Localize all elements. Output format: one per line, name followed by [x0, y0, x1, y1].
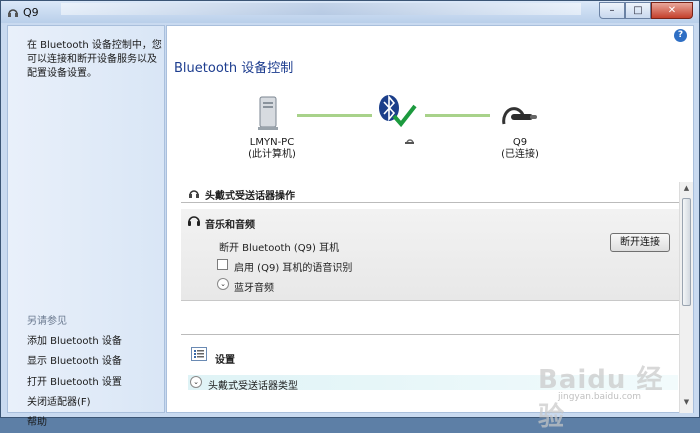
expand-chevron-icon[interactable]: ⌄	[217, 278, 229, 290]
connection-diagram: LMYN-PC (此计算机) Q9 (已连接)	[167, 94, 695, 194]
computer-name: LMYN-PC	[249, 137, 295, 148]
title-bar: Q9 – □ ✕	[1, 1, 699, 23]
sidebar-link-help[interactable]: 帮助	[27, 413, 47, 428]
disconnect-button[interactable]: 断开连接	[610, 233, 670, 252]
headset-type-label: 头戴式受送话器类型	[208, 381, 298, 392]
sidebar: 在 Bluetooth 设备控制中，您可以连接和断开设备服务以及配置设备设置。 …	[7, 25, 165, 428]
page-title: Bluetooth 设备控制	[174, 61, 294, 76]
settings-list-icon	[191, 347, 207, 361]
sidebar-description: 在 Bluetooth 设备控制中，您可以连接和断开设备服务以及配置设备设置。	[27, 40, 162, 79]
connection-line-left	[297, 114, 372, 117]
device-label: Q9 (已连接)	[492, 137, 548, 161]
scroll-thumb[interactable]	[682, 198, 691, 306]
device-name: Q9	[512, 137, 528, 148]
computer-label: LMYN-PC (此计算机)	[237, 137, 307, 161]
settings-title: 设置	[215, 355, 235, 366]
list-icon	[194, 350, 204, 358]
expand-chevron-icon[interactable]: ⌄	[190, 376, 202, 388]
headset-icon	[189, 190, 199, 198]
scroll-up-arrow[interactable]: ▲	[681, 184, 692, 196]
small-headset-icon	[405, 139, 414, 144]
computer-icon	[258, 96, 278, 130]
connection-line-right	[425, 114, 490, 117]
headset-operations-section: 头戴式受送话器操作	[181, 183, 681, 203]
see-also-heading: 另请参见	[27, 316, 67, 327]
baidu-watermark: Baidu 经验 jingyan.baidu.com	[538, 341, 688, 432]
bluetooth-audio-label[interactable]: 蓝牙音频	[234, 279, 274, 294]
music-heading: 音乐和音频	[205, 220, 255, 231]
headset-device-icon	[502, 107, 537, 125]
voice-recognition-label: 启用 (Q9) 耳机的语音识别	[234, 263, 353, 274]
sidebar-link-show-devices[interactable]: 显示 Bluetooth 设备	[27, 352, 122, 367]
window-title: Q9	[23, 6, 39, 19]
maximize-button[interactable]: □	[625, 2, 651, 19]
disconnect-text: 断开 Bluetooth (Q9) 耳机	[219, 243, 340, 254]
sidebar-link-open-settings[interactable]: 打开 Bluetooth 设置	[27, 373, 122, 388]
device-sub: (已连接)	[501, 149, 539, 160]
caption-buttons: – □ ✕	[599, 2, 693, 19]
headset-icon	[8, 9, 18, 17]
minimize-button[interactable]: –	[599, 2, 625, 19]
computer-sub: (此计算机)	[248, 149, 296, 160]
sidebar-link-add-device[interactable]: 添加 Bluetooth 设备	[27, 332, 122, 347]
help-icon[interactable]: ?	[674, 29, 687, 42]
voice-recognition-checkbox[interactable]	[217, 259, 228, 270]
sidebar-link-turn-off-adapter[interactable]: 关闭适配器(F)	[27, 393, 91, 408]
section-title: 头戴式受送话器操作	[205, 191, 295, 202]
window: Q9 – □ ✕ 在 Bluetooth 设备控制中，您可以连接和断开设备服务以…	[0, 0, 700, 432]
blurred-area	[61, 3, 581, 15]
close-button[interactable]: ✕	[651, 2, 693, 19]
headphones-icon	[188, 216, 200, 226]
watermark-url: jingyan.baidu.com	[558, 392, 642, 402]
music-audio-panel: 音乐和音频 断开 Bluetooth (Q9) 耳机 断开连接 启用 (Q9) …	[181, 209, 681, 301]
